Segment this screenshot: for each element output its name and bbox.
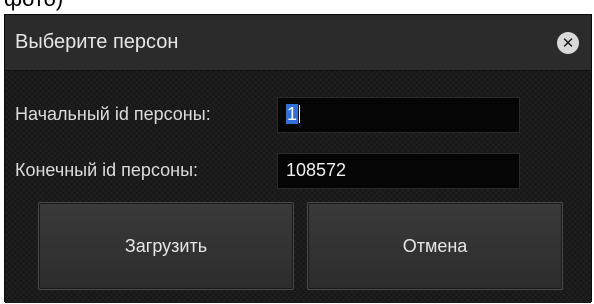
select-persons-dialog: Выберите персон ✕ Начальный id персоны: …	[4, 14, 592, 303]
dialog-titlebar: Выберите персон ✕	[5, 15, 591, 71]
load-button[interactable]: Загрузить	[38, 202, 294, 290]
dialog-title: Выберите персон	[15, 31, 179, 53]
end-id-label: Конечный id персоны:	[15, 160, 199, 180]
end-id-value: 108572	[286, 160, 347, 180]
cancel-button[interactable]: Отмена	[307, 202, 563, 290]
start-id-label: Начальный id персоны:	[15, 104, 211, 124]
close-icon[interactable]: ✕	[557, 32, 579, 54]
background-partial-text: фото)	[4, 0, 63, 12]
load-button-label: Загрузить	[124, 235, 208, 256]
start-id-value: 1	[286, 104, 299, 124]
dialog-content: Начальный id персоны: 1 Конечный id перс…	[5, 71, 591, 303]
cancel-button-label: Отмена	[402, 235, 468, 256]
text-caret	[299, 105, 301, 123]
start-id-field[interactable]: 1	[277, 97, 520, 133]
end-id-field[interactable]: 108572	[277, 153, 520, 189]
